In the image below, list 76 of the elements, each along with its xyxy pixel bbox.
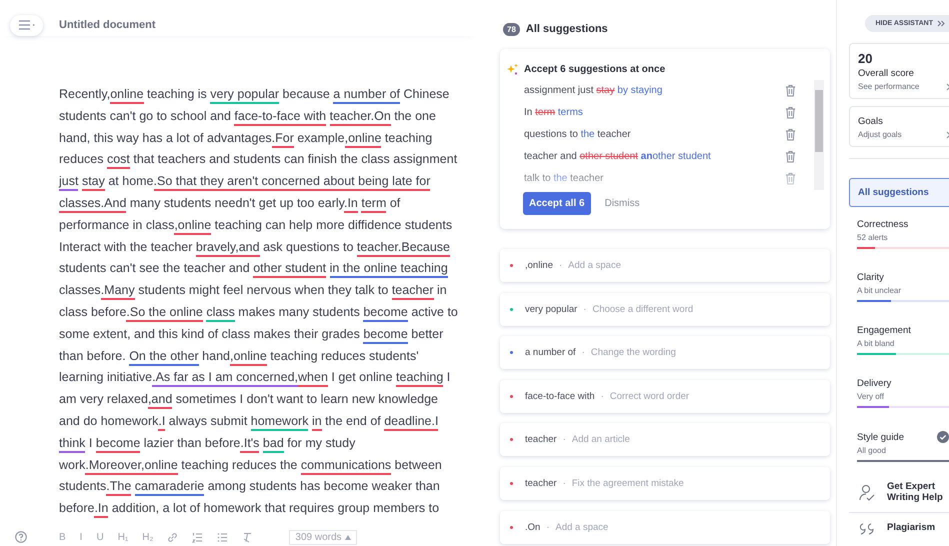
trash-icon[interactable] — [785, 106, 796, 120]
plagiarism-link[interactable]: Plagiarism — [887, 523, 947, 534]
separator-dot: · — [582, 347, 585, 358]
clear-format-icon[interactable] — [242, 532, 254, 542]
flagged-text: a number of — [525, 347, 576, 358]
flagged-text: face-to-face with — [525, 390, 595, 402]
trash-icon[interactable] — [785, 84, 796, 98]
category-name[interactable]: Correctness — [857, 219, 908, 230]
category-status: Very off — [857, 392, 885, 401]
suggestion-text: assignment just stay by staying — [524, 85, 662, 96]
suggestion-text: teacher and other student another student — [524, 150, 711, 162]
suggestion-hint: Fix the agreement mistake — [572, 478, 684, 489]
separator-dot: · — [562, 434, 566, 446]
flagged-text: teacher — [525, 434, 557, 446]
score-value: 20 — [858, 51, 874, 66]
flagged-text: teacher — [525, 478, 557, 489]
card-title: Accept 6 suggestions at once — [524, 64, 666, 75]
separator-dot: · — [562, 478, 566, 489]
suggestion-hint: Add a space — [568, 260, 621, 271]
flagged-text: .On — [525, 522, 540, 533]
category-name[interactable]: Clarity — [857, 272, 884, 283]
score-label: Overall score — [858, 68, 915, 79]
goals-link[interactable]: Adjust goals — [858, 130, 902, 139]
double-chevron-icon — [937, 20, 945, 27]
link-icon[interactable] — [167, 532, 178, 542]
separator-dot: · — [600, 390, 604, 402]
document-title: Untitled document — [59, 19, 156, 31]
category-name[interactable]: Style guide — [857, 432, 904, 442]
filter-tab[interactable]: All suggestions — [849, 178, 949, 207]
help-icon[interactable] — [15, 531, 27, 543]
person-check-icon — [859, 484, 875, 502]
suggestion-card[interactable]: very popular · Choose a different word — [500, 292, 830, 326]
essay-text[interactable]: Recently,online teaching is very popular because a number of Chinese students can't go to school and face-to-face with teacher.On the one hand, this way has a lot of advantages.For example,online teaching reduces cost that teachers and students can finish the class assignment just stay at home.So that they aren't concerned about being late for classes.And many students needn't get up too early.In term of performance in class,online teaching can help more diffidence students Interact with the teacher bravely,and ask questions to teacher.Because students can't see the teacher and other student in the online teaching classes.Many students might feel nervous when they talk to teacher in class before.So the online class makes many students become active to some extent, and this kind of class makes their grades become better than before. On the other hand,online teaching reduces students' learning initiative.As far as I am concerned,when I get online teaching I am very relaxed,and sometimes I don't want to learn new knowledge and do homework.I always submit homework in the end of deadline.I think I become lazier than before.It's bad for my study work.Moreover,online teaching reduces the communications between students.The camaraderie among students has become weaker than before.In addition, a lot of homework that requires group members to — [59, 84, 480, 520]
separator-dot: · — [546, 522, 550, 533]
caret-icon — [344, 534, 351, 540]
score-card[interactable]: 20 Overall score See performance — [849, 43, 949, 99]
suggestion-card[interactable]: ,online · Add a space — [500, 249, 830, 282]
suggestion-text: questions to the teacher — [524, 128, 631, 140]
scrollbar[interactable] — [814, 80, 824, 190]
flagged-text: ,online — [525, 260, 553, 271]
panel-title: All suggestions — [526, 23, 608, 35]
performance-link[interactable]: See performance — [858, 82, 920, 91]
suggestion-hint: Change the wording — [590, 347, 676, 358]
suggestion-hint: Choose a different word — [592, 304, 694, 315]
goals-label: Goals — [858, 116, 884, 127]
flagged-text: very popular — [525, 304, 578, 315]
suggestion-card[interactable]: a number of · Change the wording — [500, 336, 830, 370]
suggestion-hint: Add a space — [555, 522, 608, 533]
separator-dot: · — [583, 304, 586, 315]
suggestion-card[interactable]: teacher · Add an article — [500, 423, 830, 456]
count-badge: 78 — [503, 22, 520, 36]
menu-icon — [18, 20, 36, 30]
accept-all-button[interactable]: Accept all 6 — [523, 192, 591, 215]
suggestion-card[interactable]: face-to-face with · Correct word order — [500, 380, 830, 413]
category-name[interactable]: Delivery — [857, 378, 892, 389]
trash-icon[interactable] — [785, 128, 796, 141]
separator-dot: · — [559, 260, 562, 271]
bullet-list-icon[interactable] — [217, 532, 228, 542]
suggestion-card[interactable]: .On · Add a space — [500, 510, 830, 544]
sparkle-icon — [506, 63, 519, 76]
category-status: All good — [857, 446, 887, 455]
suggestion-hint: Add an article — [572, 434, 630, 446]
category-status: 52 alerts — [857, 233, 889, 242]
suggestion-text: talk to the teacher — [524, 172, 604, 184]
category-status: A bit unclear — [857, 286, 902, 295]
category-name[interactable]: Engagement — [857, 325, 911, 336]
quote-icon — [859, 522, 875, 535]
trash-icon[interactable] — [785, 172, 796, 185]
suggestion-hint: Correct word order — [610, 390, 690, 402]
numbered-list-icon[interactable] — [192, 532, 204, 542]
category-status: A bit bland — [857, 339, 896, 348]
suggestion-card[interactable]: teacher · Fix the agreement mistake — [500, 466, 830, 500]
suggestion-text: In term terms — [524, 107, 583, 118]
expert-help-link[interactable]: Get Expert Writing Help — [887, 482, 947, 504]
trash-icon[interactable] — [785, 150, 796, 163]
goals-card[interactable]: Goals Adjust goals — [849, 106, 949, 147]
